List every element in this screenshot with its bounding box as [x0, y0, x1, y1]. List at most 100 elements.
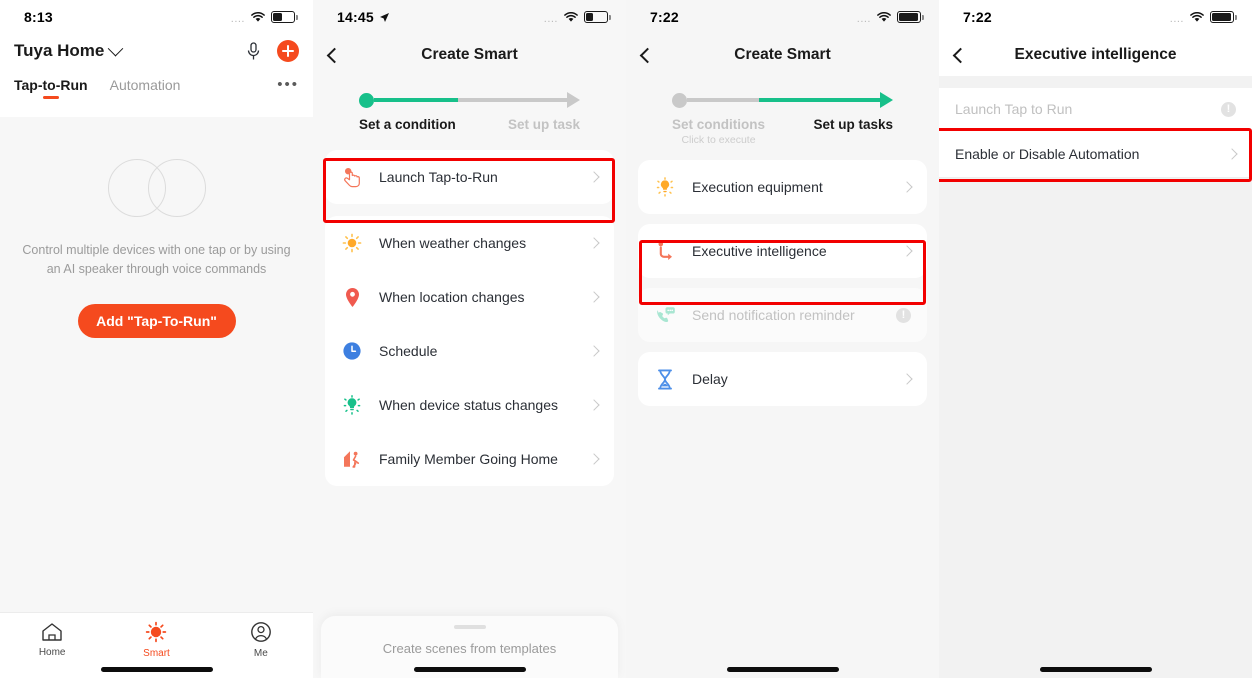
- panel-create-smart-condition: 14:45 .... Create Smart Set a condition: [313, 0, 626, 678]
- tabbar-label-me: Me: [253, 647, 268, 659]
- row-label: Schedule: [379, 343, 438, 359]
- status-time: 7:22: [650, 9, 679, 25]
- wifi-icon: [251, 11, 265, 22]
- wifi-icon: [1190, 11, 1204, 22]
- microphone-icon[interactable]: [246, 41, 261, 61]
- tap-hand-icon: [341, 166, 363, 188]
- row-label: Delay: [692, 371, 728, 387]
- status-bar: 14:45 ....: [313, 0, 626, 34]
- nav-bar: Create Smart: [313, 34, 626, 76]
- tab-tap-to-run[interactable]: Tap-to-Run: [14, 77, 88, 101]
- step-sublabel-1: Click to execute: [681, 134, 756, 146]
- row-family-member-going-home[interactable]: Family Member Going Home: [325, 432, 614, 486]
- row-execution-equipment[interactable]: Execution equipment: [638, 160, 927, 214]
- battery-icon: [1210, 11, 1237, 23]
- signal-dots-icon: ....: [543, 12, 558, 25]
- info-icon[interactable]: !: [1221, 101, 1236, 117]
- row-when-weather-changes[interactable]: When weather changes: [325, 216, 614, 270]
- launch-tap-to-run-card: Launch Tap-to-Run: [325, 150, 614, 204]
- tab-automation[interactable]: Automation: [110, 77, 181, 101]
- add-button[interactable]: [277, 40, 299, 62]
- step-label-1: Set conditions: [672, 117, 766, 132]
- more-options-icon[interactable]: •••: [277, 76, 299, 101]
- status-bar: 8:13 ....: [0, 0, 313, 34]
- chevron-right-icon: [588, 171, 600, 183]
- panel-create-smart-tasks: 7:22 .... Create Smart Set conditions Cl…: [626, 0, 939, 678]
- step-label-2: Set up task: [507, 117, 580, 132]
- back-chevron-icon[interactable]: [326, 47, 343, 63]
- signal-dots-icon: ....: [230, 12, 245, 25]
- status-time: 14:45: [337, 9, 374, 25]
- status-indicators: ....: [856, 11, 924, 25]
- signal-dots-icon: ....: [1169, 12, 1184, 25]
- nav-bar: Executive intelligence: [939, 34, 1252, 76]
- home-indicator: [100, 667, 213, 672]
- home-name-label: Tuya Home: [14, 41, 105, 60]
- row-schedule[interactable]: Schedule: [325, 324, 614, 378]
- back-chevron-icon[interactable]: [639, 47, 656, 63]
- clock-icon: [341, 340, 363, 362]
- screenshot-stage: 8:13 .... Tuya Home Tap-to-Run Automatio…: [0, 0, 1252, 678]
- row-launch-tap-to-run[interactable]: Launch Tap-to-Run: [325, 150, 614, 204]
- home-header: Tuya Home: [0, 34, 313, 62]
- step-dot-1: [672, 92, 687, 108]
- row-delay[interactable]: Delay: [638, 352, 927, 406]
- panel-executive-intelligence: 7:22 .... Executive intelligence Launch …: [939, 0, 1252, 678]
- row-label: Executive intelligence: [692, 243, 827, 259]
- row-send-notification-reminder: Send notification reminder !: [638, 288, 927, 342]
- page-title: Create Smart: [421, 46, 518, 63]
- drag-handle-icon[interactable]: [453, 625, 486, 629]
- status-indicators: ....: [1169, 11, 1237, 25]
- row-label: Launch Tap to Run: [955, 101, 1073, 117]
- back-chevron-icon[interactable]: [952, 47, 969, 63]
- row-executive-intelligence[interactable]: Executive intelligence: [638, 224, 927, 278]
- battery-icon: [271, 11, 298, 23]
- row-label: Enable or Disable Automation: [955, 146, 1140, 162]
- bulb-icon: [654, 176, 676, 198]
- row-enable-or-disable-automation[interactable]: Enable or Disable Automation: [939, 131, 1252, 177]
- hourglass-icon: [654, 368, 676, 390]
- tab-list: Tap-to-Run Automation •••: [0, 62, 313, 101]
- row-label: Execution equipment: [692, 179, 823, 195]
- row-when-device-status-changes[interactable]: When device status changes: [325, 378, 614, 432]
- executive-intelligence-card: Executive intelligence: [638, 224, 927, 278]
- phone-message-icon: [654, 304, 676, 326]
- chevron-right-icon: [588, 453, 600, 465]
- signal-dots-icon: ....: [856, 12, 871, 25]
- options-list: Launch Tap to Run ! Enable or Disable Au…: [939, 88, 1252, 178]
- step-label-1: Set a condition: [359, 117, 456, 132]
- venn-circles-icon: [107, 159, 206, 217]
- status-indicators: ....: [543, 11, 611, 25]
- progress-stepper: Set a condition Set up task: [313, 76, 626, 132]
- home-indicator: [726, 667, 839, 672]
- step-arrow-icon: [880, 92, 893, 108]
- tabbar-item-me[interactable]: Me: [209, 613, 313, 678]
- row-when-location-changes[interactable]: When location changes: [325, 270, 614, 324]
- info-icon[interactable]: !: [896, 307, 911, 323]
- wifi-icon: [877, 11, 891, 22]
- chevron-down-icon: [108, 40, 124, 56]
- step-line-inactive: [458, 98, 567, 102]
- status-time: 7:22: [963, 9, 992, 25]
- chevron-right-icon: [588, 237, 600, 249]
- chevron-right-icon: [588, 399, 600, 411]
- tabbar-label-home: Home: [38, 646, 66, 658]
- send-notification-card: Send notification reminder !: [638, 288, 927, 342]
- battery-icon: [584, 11, 611, 23]
- page-title: Create Smart: [734, 46, 831, 63]
- row-launch-tap-to-run: Launch Tap to Run !: [939, 88, 1252, 130]
- battery-icon: [897, 11, 924, 23]
- row-divider: [939, 177, 1252, 178]
- sun-icon: [146, 621, 167, 642]
- location-pin-icon: [341, 286, 363, 308]
- home-selector[interactable]: Tuya Home: [14, 40, 124, 61]
- step-line-active: [374, 98, 458, 102]
- home-indicator: [1039, 667, 1152, 672]
- section-gap: [939, 76, 1252, 88]
- tabbar-item-home[interactable]: Home: [0, 613, 104, 678]
- nav-bar: Create Smart: [626, 34, 939, 76]
- tap-to-run-empty-state: Control multiple devices with one tap or…: [0, 117, 313, 612]
- chevron-right-icon: [901, 373, 913, 385]
- add-tap-to-run-button[interactable]: Add "Tap-To-Run": [77, 303, 236, 338]
- row-label: Launch Tap-to-Run: [379, 169, 498, 185]
